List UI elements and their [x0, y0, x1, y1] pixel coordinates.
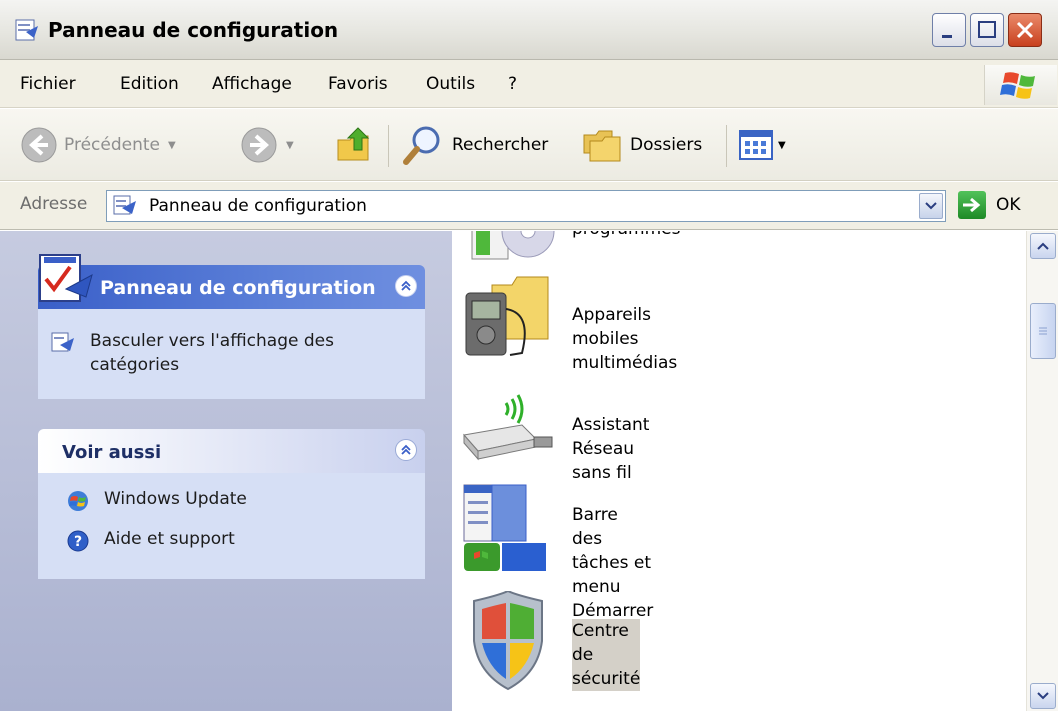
chevron-up-icon [401, 444, 411, 455]
folder-up-icon [337, 127, 370, 161]
address-dropdown-button[interactable] [919, 193, 943, 219]
folders-button[interactable]: Dossiers [580, 109, 702, 181]
label-line-2: Démarrer [572, 601, 654, 621]
maximize-button[interactable] [970, 13, 1004, 47]
panel-title: Voir aussi [62, 442, 162, 463]
programs-icon [471, 231, 555, 260]
back-dropdown-icon[interactable]: ▼ [168, 140, 176, 151]
views-icon [739, 130, 773, 160]
help-icon: ? [67, 530, 89, 552]
panel-body: Windows Update ? Aide et support [38, 473, 425, 579]
control-panel-task-panel: Panneau de configuration Basculer vers l… [38, 254, 425, 399]
folders-icon [583, 130, 621, 162]
views-button[interactable]: ▼ [738, 109, 786, 181]
back-arrow-icon [21, 127, 57, 163]
search-button[interactable]: Rechercher [400, 109, 548, 181]
collapse-button[interactable] [395, 439, 417, 461]
link-line-2: catégories [90, 355, 180, 375]
maximize-icon [978, 21, 996, 38]
forward-button[interactable]: ▼ [240, 109, 294, 181]
taskbar-start-menu-item[interactable]: Barre des tâches et menu Démarrer [462, 483, 653, 621]
item-label: Assistant Réseau sans fil [572, 415, 650, 483]
menu-favoris[interactable]: Favoris [328, 74, 388, 94]
control-panel-icon [112, 194, 138, 223]
close-button[interactable] [1008, 13, 1042, 47]
menu-fichier[interactable]: Fichier [20, 74, 76, 94]
scroll-thumb[interactable] [1030, 303, 1056, 359]
minimize-icon [942, 35, 952, 38]
address-bar: Adresse Panneau de configuration OK [0, 182, 1058, 230]
title-bar: Panneau de configuration [0, 0, 1058, 60]
chevron-up-icon [1037, 242, 1049, 250]
go-arrow-icon [958, 191, 986, 219]
folders-label: Dossiers [630, 135, 703, 155]
close-icon [1016, 21, 1034, 39]
item-label: Barre des tâches et menu Démarrer [572, 503, 653, 623]
vertical-scrollbar[interactable] [1026, 231, 1058, 711]
security-shield-icon [473, 591, 543, 691]
security-center-item[interactable]: Centre de sécurité [462, 591, 641, 691]
svg-text:?: ? [74, 534, 82, 550]
item-label: Appareils mobiles multimédias [572, 305, 678, 373]
control-panel-icon [51, 332, 74, 352]
item-label: Centre de sécurité [572, 619, 641, 691]
search-icon [403, 126, 440, 165]
go-label: OK [996, 195, 1021, 215]
forward-arrow-icon [241, 127, 277, 163]
go-button[interactable]: OK [958, 191, 1021, 219]
menu-help[interactable]: ? [508, 74, 517, 94]
back-label: Précédente [64, 135, 160, 155]
windows-update-icon [68, 491, 88, 511]
panel-title: Panneau de configuration [100, 277, 376, 299]
search-label: Rechercher [452, 135, 549, 155]
address-label: Adresse [20, 194, 88, 214]
control-panel-icon [14, 18, 40, 49]
back-button[interactable]: Précédente ▼ [20, 109, 176, 181]
add-remove-programs-item[interactable]: programmes [462, 231, 680, 263]
portable-media-devices-item[interactable]: Appareils mobiles multimédias [462, 269, 677, 373]
help-and-support-link[interactable]: ? Aide et support [66, 529, 235, 553]
link-label: Windows Update [104, 489, 247, 509]
chevron-down-icon [1037, 692, 1049, 700]
item-label: programmes [572, 231, 680, 241]
link-line-1: Basculer vers l'affichage des [90, 331, 334, 351]
windows-flag-icon [1000, 72, 1035, 99]
forward-dropdown-icon[interactable]: ▼ [286, 140, 294, 151]
control-panel-large-icon [36, 249, 96, 314]
menu-outils[interactable]: Outils [426, 74, 475, 94]
scroll-up-button[interactable] [1030, 233, 1056, 259]
toolbar: Précédente ▼ ▼ Rechercher Dossiers ▼ [0, 109, 1058, 181]
task-pane: Panneau de configuration Basculer vers l… [0, 231, 452, 711]
taskbar-start-menu-icon [463, 484, 546, 571]
window-title: Panneau de configuration [48, 18, 339, 42]
wireless-network-wizard-item[interactable]: Assistant Réseau sans fil [462, 389, 649, 483]
collapse-button[interactable] [395, 275, 417, 297]
control-panel-items: programmes Appareils mobiles multimédias… [452, 231, 1026, 711]
views-dropdown-icon[interactable]: ▼ [778, 140, 786, 151]
grip-icon [1039, 327, 1047, 335]
chevron-up-icon [401, 280, 411, 291]
see-also-panel: Voir aussi Windows Update ? Aide et supp… [38, 429, 425, 579]
windows-logo [984, 65, 1057, 105]
label-line-1: Barre des tâches et menu [572, 505, 652, 597]
menu-affichage[interactable]: Affichage [212, 74, 292, 94]
link-label: Aide et support [104, 529, 235, 549]
media-devices-icon [465, 276, 549, 356]
scroll-down-button[interactable] [1030, 683, 1056, 709]
windows-update-link[interactable]: Windows Update [66, 489, 247, 513]
toolbar-separator [726, 125, 727, 167]
switch-to-category-view-link[interactable]: Basculer vers l'affichage des catégories [50, 329, 334, 377]
menu-bar: Fichier Edition Affichage Favoris Outils… [0, 60, 1058, 108]
address-field[interactable]: Panneau de configuration [106, 190, 946, 222]
panel-header[interactable]: Voir aussi [38, 429, 425, 473]
menu-edition[interactable]: Edition [120, 74, 179, 94]
chevron-down-icon [925, 202, 937, 210]
address-value: Panneau de configuration [149, 196, 367, 216]
toolbar-separator [388, 125, 389, 167]
wireless-usb-icon [463, 394, 553, 461]
up-folder-button[interactable] [334, 109, 376, 181]
panel-header[interactable]: Panneau de configuration [38, 254, 425, 309]
minimize-button[interactable] [932, 13, 966, 47]
panel-body: Basculer vers l'affichage des catégories [38, 309, 425, 399]
